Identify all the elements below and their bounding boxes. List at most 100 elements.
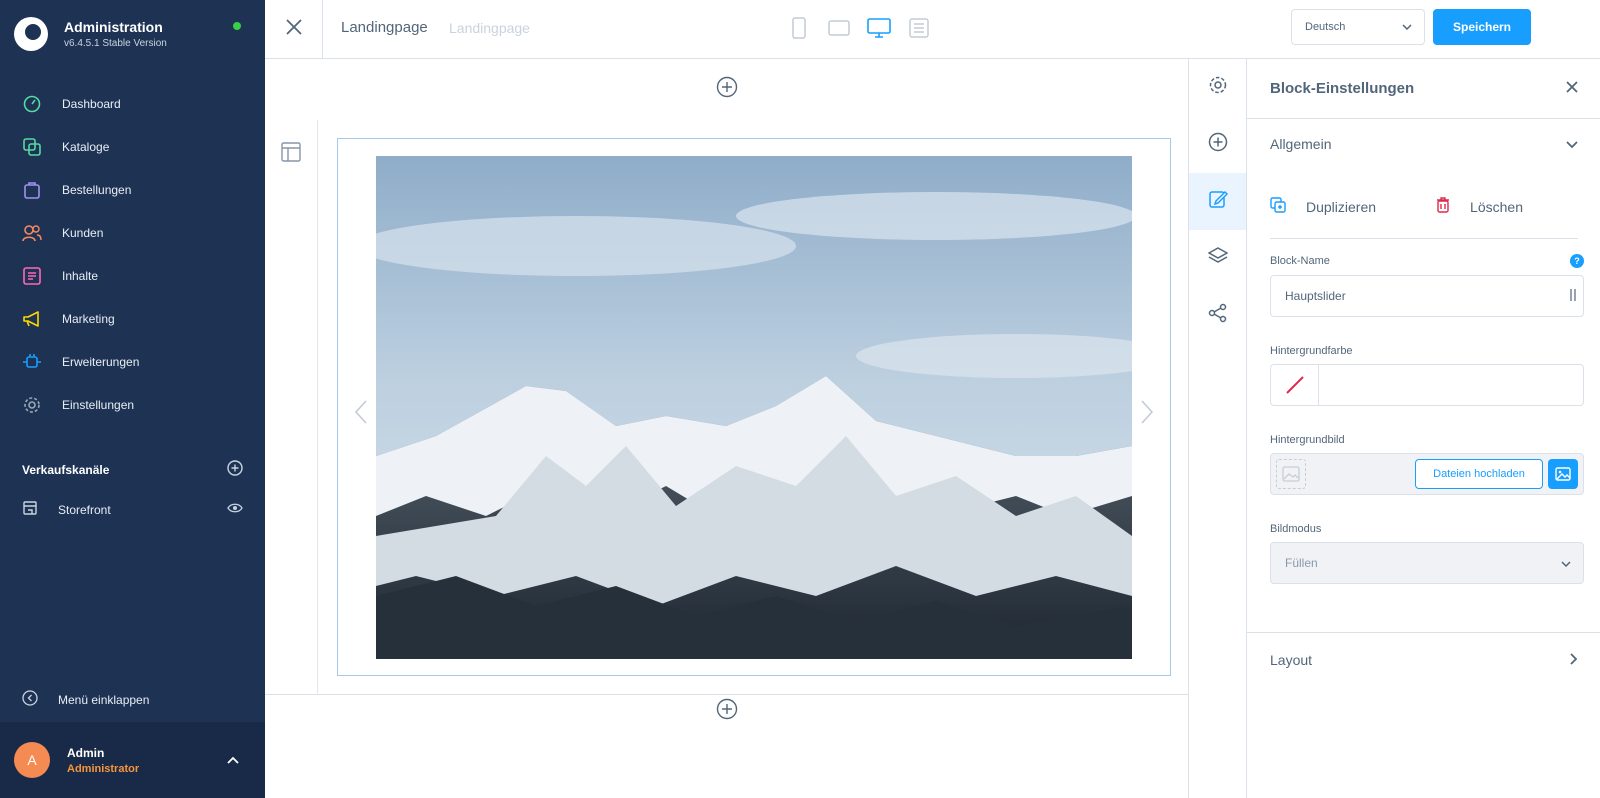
shopware-logo[interactable]: [14, 17, 48, 51]
marketing-icon: [22, 309, 42, 329]
block-settings-panel: Block-Einstellungen Allgemein Dupliziere…: [1247, 59, 1600, 798]
viewport-list-icon[interactable]: [907, 15, 931, 41]
image-slider-block[interactable]: [337, 138, 1171, 676]
viewport-tablet-icon[interactable]: [827, 15, 851, 41]
nav-item-kataloge[interactable]: Kataloge: [0, 125, 265, 168]
text-cursor-icon: [1569, 288, 1577, 305]
layout-accordion[interactable]: Layout: [1247, 632, 1600, 686]
user-menu[interactable]: A Admin Administrator: [0, 722, 265, 798]
close-panel-icon[interactable]: [1566, 80, 1578, 98]
nav-label: Dashboard: [62, 96, 121, 111]
settings-icon: [22, 395, 42, 415]
cms-canvas: [265, 59, 1188, 798]
storefront-icon: [22, 500, 38, 519]
nav-item-inhalte[interactable]: Inhalte: [0, 254, 265, 297]
image-mode-label: Bildmodus: [1270, 523, 1322, 535]
dashboard-icon: [22, 94, 42, 114]
delete-button[interactable]: Löschen: [1436, 197, 1523, 216]
layers-icon: [1206, 246, 1229, 271]
language-value: Deutsch: [1305, 21, 1346, 33]
nav-item-marketing[interactable]: Marketing: [0, 297, 265, 340]
close-editor-button[interactable]: [265, 0, 323, 58]
nav-item-bestellungen[interactable]: Bestellungen: [0, 168, 265, 211]
image-placeholder-icon: [1276, 459, 1306, 489]
chevron-left-circle-icon: [22, 690, 38, 709]
block-settings-button[interactable]: [1189, 173, 1246, 230]
storefront-label: Storefront: [58, 502, 111, 517]
general-accordion[interactable]: Allgemein: [1247, 119, 1600, 169]
add-section-top-icon[interactable]: [716, 76, 738, 103]
page-subtitle: Landingpage: [449, 20, 530, 36]
cms-section: [265, 120, 1188, 695]
layers-button[interactable]: [1189, 230, 1246, 287]
nav-item-einstellungen[interactable]: Einstellungen: [0, 383, 265, 426]
block-name-label: Block-Name: [1270, 255, 1330, 267]
add-section-bottom: [265, 681, 1188, 741]
page-settings-button[interactable]: [1189, 59, 1246, 116]
slider-prev-arrow-icon[interactable]: [354, 399, 368, 430]
chevron-down-icon: [1566, 136, 1578, 152]
sidebar: Administration v6.4.5.1 Stable Version D…: [0, 0, 265, 798]
duplicate-label: Duplizieren: [1306, 198, 1377, 215]
block-name-value: Hauptslider: [1285, 289, 1346, 303]
duplicate-icon: [1270, 197, 1286, 216]
block-name-input[interactable]: Hauptslider: [1270, 275, 1584, 317]
eye-icon[interactable]: [227, 502, 243, 517]
share-icon: [1208, 303, 1228, 328]
upload-files-button[interactable]: Dateien hochladen: [1415, 459, 1543, 489]
add-blocks-button[interactable]: [1189, 116, 1246, 173]
section-content: [318, 120, 1188, 694]
content-icon: [22, 266, 42, 286]
orders-icon: [22, 180, 42, 200]
image-mode-select[interactable]: Füllen: [1270, 542, 1584, 584]
edit-icon: [1208, 189, 1228, 214]
background-image-upload: Dateien hochladen: [1270, 453, 1584, 495]
app-version: v6.4.5.1 Stable Version: [64, 38, 167, 49]
section-layout-icon[interactable]: [281, 142, 301, 694]
color-swatch-empty-icon[interactable]: [1271, 365, 1319, 405]
image-mode-value: Füllen: [1285, 556, 1318, 570]
save-button[interactable]: Speichern: [1433, 9, 1531, 45]
nav-label: Einstellungen: [62, 397, 135, 412]
sales-channel-storefront[interactable]: Storefront: [22, 500, 243, 519]
user-name: Admin: [67, 745, 105, 760]
user-role: Administrator: [67, 762, 140, 775]
media-library-icon[interactable]: [1548, 459, 1578, 489]
extensions-icon: [22, 352, 42, 372]
background-image-label: Hintergrundbild: [1270, 434, 1345, 446]
duplicate-button[interactable]: Duplizieren: [1270, 197, 1376, 216]
app-title: Administration: [64, 19, 163, 35]
block-actions: Duplizieren Löschen: [1270, 175, 1578, 239]
sales-channels-title: Verkaufskanäle: [22, 462, 110, 477]
editor-topbar: Landingpage Landingpage Deutsch Speicher…: [265, 0, 1600, 59]
chevron-up-icon[interactable]: [227, 751, 239, 769]
slider-next-arrow-icon[interactable]: [1140, 399, 1154, 430]
background-image-field: Hintergrundbild Dateien hochladen: [1270, 434, 1584, 495]
help-icon[interactable]: ?: [1570, 254, 1584, 268]
viewport-mobile-icon[interactable]: [787, 15, 811, 41]
nav-label: Marketing: [62, 311, 115, 326]
delete-label: Löschen: [1470, 198, 1523, 215]
background-color-input[interactable]: [1270, 364, 1584, 406]
nav-item-kunden[interactable]: Kunden: [0, 211, 265, 254]
background-color-field: Hintergrundfarbe: [1270, 345, 1584, 406]
add-section-bottom-icon[interactable]: [716, 698, 738, 725]
language-select[interactable]: Deutsch: [1291, 9, 1425, 45]
nav-label: Bestellungen: [62, 182, 132, 197]
online-status-dot: [233, 22, 241, 30]
block-name-field: Block-Name ? Hauptslider: [1270, 254, 1584, 317]
share-button[interactable]: [1189, 287, 1246, 344]
sidebar-header: Administration v6.4.5.1 Stable Version: [0, 0, 265, 68]
gear-icon: [1208, 75, 1228, 100]
viewport-switcher: [787, 15, 931, 41]
add-sales-channel-icon[interactable]: [227, 460, 243, 479]
image-mode-field: Bildmodus Füllen: [1270, 523, 1584, 584]
viewport-desktop-icon[interactable]: [867, 15, 891, 41]
customers-icon: [22, 223, 42, 243]
collapse-menu[interactable]: Menü einklappen: [22, 690, 149, 709]
nav-item-dashboard[interactable]: Dashboard: [0, 82, 265, 125]
nav-label: Inhalte: [62, 268, 99, 283]
nav-item-erweiterungen[interactable]: Erweiterungen: [0, 340, 265, 383]
collapse-menu-label: Menü einklappen: [58, 692, 150, 707]
layout-accordion-label: Layout: [1270, 651, 1313, 668]
